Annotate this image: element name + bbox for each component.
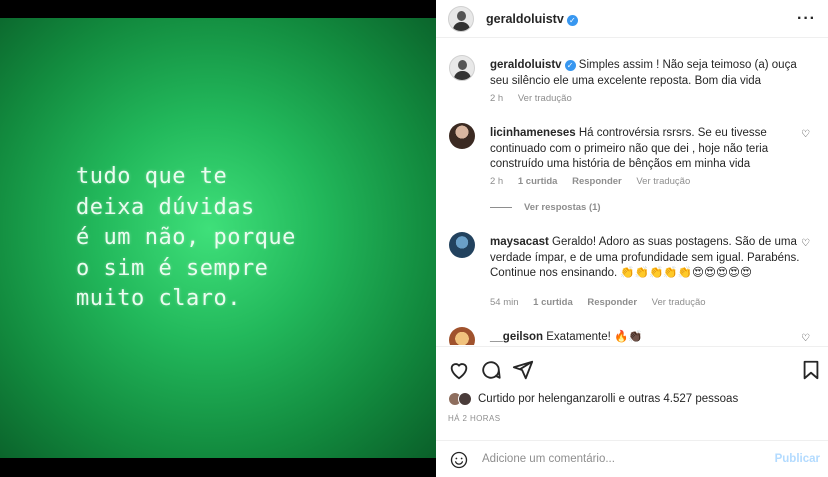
comment-input[interactable]: Adicione um comentário... (482, 453, 615, 465)
comment-text: licinhameneses Há controvérsia rsrsrs. S… (490, 127, 769, 170)
caption-meta: 2 h Ver tradução (490, 93, 584, 104)
comment-item: maysacast Geraldo! Adoro as suas postage… (448, 232, 816, 312)
commenter-username[interactable]: maysacast (490, 236, 549, 248)
post-actions-bar (436, 346, 828, 390)
caption-translate-link[interactable]: Ver tradução (518, 93, 572, 104)
liker-avatar (458, 392, 472, 406)
post-image[interactable]: tudo que te deixa dúvidas é um não, porq… (0, 18, 436, 458)
heart-icon[interactable] (448, 359, 470, 381)
post-caption: geraldoluistv ✓ Simples assim ! Não seja … (448, 55, 816, 111)
likes-summary[interactable]: Curtido por helenganzarolli e outras 4.5… (448, 390, 738, 408)
comment-time[interactable]: 54 min (490, 297, 519, 308)
verified-badge-icon: ✓ (564, 60, 576, 71)
commenter-avatar[interactable] (449, 327, 475, 345)
add-comment-bar: Adicione um comentário... Publicar (436, 440, 828, 477)
emoji-smile-icon[interactable] (450, 451, 468, 469)
post-header: geraldoluistv ✓ ··· (436, 0, 828, 38)
post-media: tudo que te deixa dúvidas é um não, porq… (0, 0, 436, 477)
caption-username[interactable]: geraldoluistv (490, 59, 562, 71)
caption-text: geraldoluistv ✓ Simples assim ! Não seja … (490, 59, 797, 87)
comment-like-heart-icon[interactable]: ♡ (801, 333, 810, 344)
comment-translate-link[interactable]: Ver tradução (636, 176, 690, 187)
comment-meta: 2 h 1 curtida Responder Ver tradução (490, 176, 702, 187)
caption-time[interactable]: 2 h (490, 93, 503, 104)
comment-time[interactable]: 2 h (490, 176, 503, 187)
comment-likes[interactable]: 1 curtida (518, 176, 558, 187)
post-image-quote: tudo que te deixa dúvidas é um não, porq… (76, 164, 296, 311)
comment-likes[interactable]: 1 curtida (533, 297, 573, 308)
verified-badge-icon: ✓ (566, 14, 578, 26)
replies-divider (490, 207, 512, 208)
comment-like-heart-icon[interactable]: ♡ (801, 129, 810, 140)
comment-like-heart-icon[interactable]: ♡ (801, 238, 810, 249)
comment-item: __geilson Exatamente! 🔥👏🏿 ♡ (448, 327, 816, 345)
ellipsis-icon[interactable]: ··· (797, 10, 816, 28)
caption-avatar[interactable] (449, 55, 475, 81)
comment-icon[interactable] (480, 359, 502, 381)
commenter-avatar[interactable] (449, 123, 475, 149)
reply-button[interactable]: Responder (587, 297, 637, 308)
comment-translate-link[interactable]: Ver tradução (652, 297, 706, 308)
bookmark-icon[interactable] (800, 359, 822, 381)
comment-text: __geilson Exatamente! 🔥👏🏿 (490, 331, 643, 343)
share-icon[interactable] (512, 359, 534, 381)
comment-meta: 54 min 1 curtida Responder Ver tradução (490, 297, 718, 308)
view-replies-button[interactable]: Ver respostas (1) (490, 202, 601, 213)
author-username[interactable]: geraldoluistv ✓ (486, 12, 578, 26)
comments-list: geraldoluistv ✓ Simples assim ! Não seja … (436, 39, 828, 345)
post-side-panel: geraldoluistv ✓ ··· geraldoluistv ✓ Simple… (436, 0, 828, 477)
likes-text: Curtido por helenganzarolli e outras 4.5… (478, 393, 739, 405)
reply-button[interactable]: Responder (572, 176, 622, 187)
commenter-username[interactable]: licinhameneses (490, 127, 576, 139)
commenter-avatar[interactable] (449, 232, 475, 258)
commenter-username[interactable]: __geilson (490, 331, 543, 343)
publish-button[interactable]: Publicar (775, 453, 820, 465)
author-avatar[interactable] (448, 5, 474, 32)
post-time[interactable]: HÁ 2 HORAS (448, 414, 500, 423)
comment-text: maysacast Geraldo! Adoro as suas postage… (490, 236, 800, 279)
instagram-post-modal: tudo que te deixa dúvidas é um não, porq… (0, 0, 828, 477)
